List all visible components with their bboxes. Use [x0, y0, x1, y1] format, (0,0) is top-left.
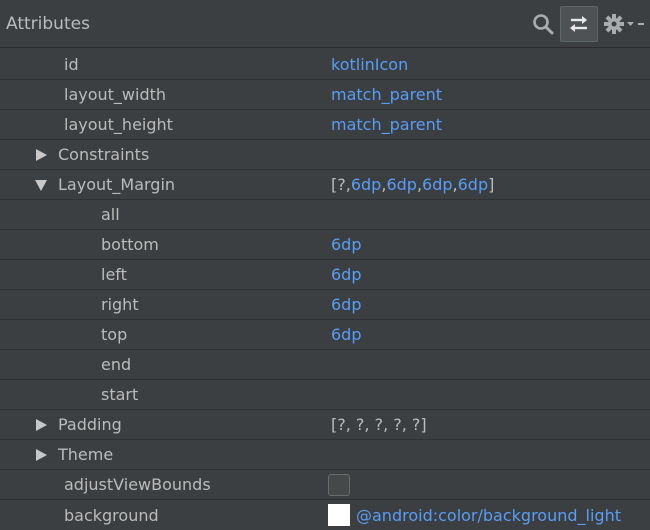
more-icon[interactable]: [636, 6, 650, 42]
attr-row-id[interactable]: id kotlinIcon: [0, 50, 650, 80]
attr-row-adjust-view-bounds[interactable]: adjustViewBounds: [0, 470, 650, 500]
expand-arrow-icon[interactable]: [34, 148, 58, 162]
panel-title: Attributes: [6, 13, 90, 34]
attr-row-margin-start[interactable]: start: [0, 380, 650, 410]
attr-group: Theme: [0, 445, 354, 464]
attr-value[interactable]: 6dp: [331, 295, 650, 314]
attr-name: Padding: [58, 415, 122, 434]
attr-name: layout_height: [64, 115, 173, 134]
attr-value[interactable]: [?, ?, ?, ?, ?]: [331, 415, 650, 434]
attr-name: start: [101, 385, 139, 404]
attr-name: all: [101, 205, 120, 224]
attr-group: Layout_Margin: [0, 175, 354, 194]
attr-row-margin-top[interactable]: top 6dp: [0, 320, 650, 350]
header-toolbar: [526, 0, 650, 48]
attr-row-margin-bottom[interactable]: bottom 6dp: [0, 230, 650, 260]
attr-row-margin-all[interactable]: all: [0, 200, 650, 230]
attr-name: end: [101, 355, 132, 374]
attr-row-padding[interactable]: Padding [?, ?, ?, ?, ?]: [0, 410, 650, 440]
attr-value[interactable]: 6dp: [331, 325, 650, 344]
collapse-arrow-icon[interactable]: [34, 178, 58, 192]
background-value[interactable]: @android:color/background_light: [356, 506, 621, 525]
expand-arrow-icon[interactable]: [34, 448, 58, 462]
adjust-view-bounds-checkbox[interactable]: [328, 473, 350, 496]
search-icon[interactable]: [526, 6, 560, 42]
attr-group: Constraints: [0, 145, 354, 164]
summary-value: 6dp: [350, 175, 382, 194]
summary-value: 6dp: [422, 175, 453, 194]
attr-row-constraints[interactable]: Constraints: [0, 140, 650, 170]
attr-value[interactable]: kotlinIcon: [331, 55, 650, 74]
attr-name: id: [64, 55, 79, 74]
panel-header: Attributes: [0, 0, 650, 48]
attr-value-summary[interactable]: [?, 6dp, 6dp, 6dp, 6dp]: [331, 175, 650, 194]
attr-name: adjustViewBounds: [64, 475, 211, 494]
summary-value: 6dp: [386, 175, 417, 194]
attr-name: background: [64, 505, 159, 525]
attr-row-margin-end[interactable]: end: [0, 350, 650, 380]
color-swatch[interactable]: [328, 504, 350, 526]
attr-row-layout-width[interactable]: layout_width match_parent: [0, 80, 650, 110]
attr-name: Theme: [58, 445, 114, 464]
attr-row-background[interactable]: background @android:color/background_lig…: [0, 500, 650, 530]
expand-arrow-icon[interactable]: [34, 418, 58, 432]
attr-value[interactable]: match_parent: [331, 115, 650, 134]
attr-row-layout-margin[interactable]: Layout_Margin [?, 6dp, 6dp, 6dp, 6dp]: [0, 170, 650, 200]
attr-value[interactable]: 6dp: [331, 235, 650, 254]
attr-row-margin-left[interactable]: left 6dp: [0, 260, 650, 290]
attr-name: layout_width: [64, 85, 167, 104]
gear-icon[interactable]: [602, 6, 636, 42]
swap-icon[interactable]: [560, 6, 598, 42]
attr-value[interactable]: match_parent: [331, 85, 650, 104]
summary-close: ]: [488, 175, 495, 194]
attr-value: [328, 473, 650, 496]
attr-row-margin-right[interactable]: right 6dp: [0, 290, 650, 320]
attributes-table: id kotlinIcon layout_width match_parent …: [0, 50, 650, 530]
attributes-panel: Attributes id kotlinIcon layout_width ma…: [0, 0, 650, 530]
attr-group: Padding: [0, 415, 354, 434]
attr-value[interactable]: 6dp: [331, 265, 650, 284]
attr-value: @android:color/background_light: [328, 504, 650, 526]
attr-name: Layout_Margin: [58, 175, 176, 194]
attr-row-theme[interactable]: Theme: [0, 440, 650, 470]
attr-name: Constraints: [58, 145, 150, 164]
summary-value: 6dp: [457, 175, 489, 194]
summary-unset: ?: [337, 175, 346, 194]
attr-row-layout-height[interactable]: layout_height match_parent: [0, 110, 650, 140]
